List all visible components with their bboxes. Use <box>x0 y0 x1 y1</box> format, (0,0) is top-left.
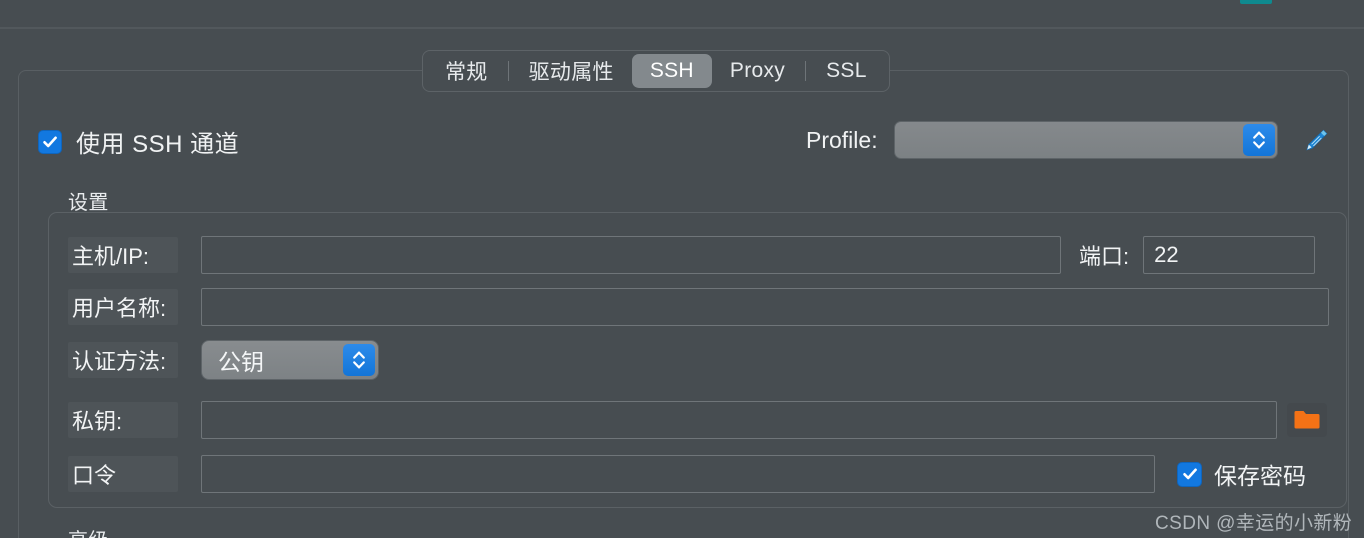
browse-private-key-button[interactable] <box>1287 403 1327 437</box>
passphrase-input[interactable] <box>201 455 1155 493</box>
save-password-row[interactable]: 保存密码 <box>1177 457 1306 491</box>
passphrase-row: 口令 保存密码 <box>68 455 1306 493</box>
tab-general[interactable]: 常规 <box>427 54 506 88</box>
chevron-updown-icon <box>353 351 365 369</box>
save-password-label: 保存密码 <box>1214 463 1306 489</box>
tab-ssh[interactable]: SSH <box>631 54 712 88</box>
save-password-checkbox[interactable] <box>1177 461 1202 487</box>
top-divider <box>0 27 1364 29</box>
private-key-label: 私钥: <box>68 402 178 438</box>
tab-separator <box>805 61 807 81</box>
settings-group-title: 设置 <box>68 192 109 214</box>
window-top-strip <box>0 0 1364 28</box>
port-input[interactable]: 22 <box>1143 236 1316 274</box>
pencil-icon <box>1306 129 1327 151</box>
ssh-settings-window: 常规 驱动属性 SSH Proxy SSL 使用 SSH 通道 Profile: <box>0 0 1364 538</box>
username-label: 用户名称: <box>68 289 178 325</box>
folder-icon <box>1294 411 1320 429</box>
check-icon <box>43 136 57 147</box>
profile-label: Profile: <box>806 126 878 153</box>
host-input[interactable] <box>201 236 1061 274</box>
auth-method-row: 认证方法: 公钥 <box>68 340 379 380</box>
profile-select[interactable] <box>893 121 1278 159</box>
tab-proxy[interactable]: Proxy <box>712 54 803 88</box>
use-ssh-tunnel-row[interactable]: 使用 SSH 通道 <box>38 124 239 159</box>
auth-method-stepper[interactable] <box>343 344 375 376</box>
auth-method-label: 认证方法: <box>68 342 178 378</box>
use-ssh-tunnel-label: 使用 SSH 通道 <box>76 131 240 158</box>
username-row: 用户名称: <box>68 288 1329 326</box>
tab-separator <box>507 61 509 81</box>
auth-method-select[interactable]: 公钥 <box>201 340 379 380</box>
port-label: 端口: <box>1079 244 1130 269</box>
tab-driver-properties[interactable]: 驱动属性 <box>511 54 632 88</box>
use-ssh-tunnel-checkbox[interactable] <box>38 129 62 154</box>
tab-bar: 常规 驱动属性 SSH Proxy SSL <box>422 50 890 92</box>
host-label: 主机/IP: <box>68 237 178 273</box>
watermark: CSDN @幸运的小新粉 <box>1155 513 1353 534</box>
auth-method-value: 公钥 <box>218 349 264 375</box>
profile-stepper[interactable] <box>1242 124 1275 156</box>
teal-indicator <box>1240 0 1272 4</box>
edit-profile-button[interactable] <box>1300 124 1332 156</box>
private-key-row: 私钥: <box>68 401 1327 439</box>
chevron-updown-icon <box>1252 131 1265 149</box>
tab-ssl[interactable]: SSL <box>808 54 885 88</box>
check-icon <box>1182 468 1197 480</box>
host-row: 主机/IP: 端口: 22 <box>68 236 1316 274</box>
username-input[interactable] <box>201 288 1329 326</box>
advanced-group-title: 高级 <box>68 524 109 538</box>
private-key-input[interactable] <box>201 401 1277 439</box>
passphrase-label: 口令 <box>68 456 178 492</box>
profile-row: Profile: <box>806 118 1332 162</box>
